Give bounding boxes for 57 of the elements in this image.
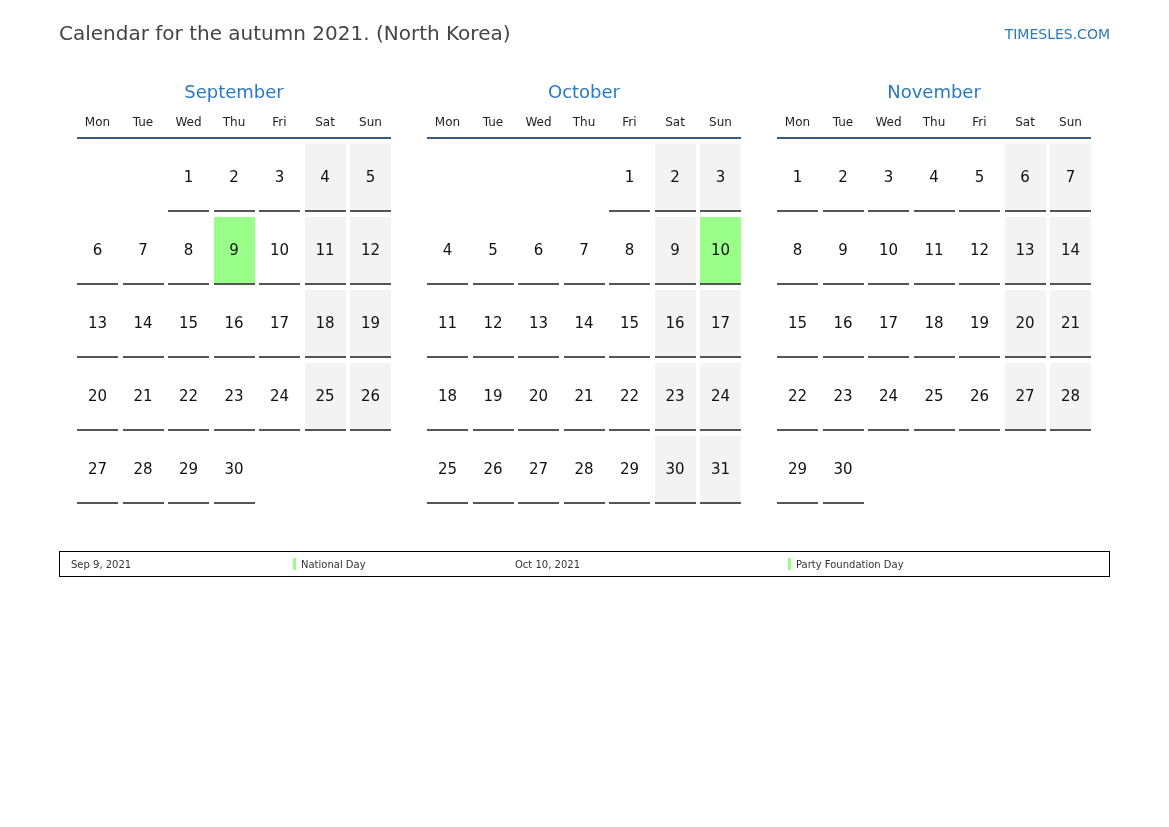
holiday-name: National Day <box>301 557 366 572</box>
day-cell: 21 <box>1050 290 1091 358</box>
day-cell: 12 <box>350 217 391 285</box>
day-cell: 26 <box>350 363 391 431</box>
day-cell: 31 <box>700 436 741 504</box>
weekday-header: Thu <box>571 114 597 131</box>
weekday-header: Fri <box>621 114 638 131</box>
weekday-header: Mon <box>783 114 812 131</box>
weekday-header: Sun <box>1058 114 1083 131</box>
day-cell: 24 <box>700 363 741 431</box>
day-cell: 16 <box>654 290 696 358</box>
weekday-header: Sat <box>314 114 336 131</box>
day-cell: 30 <box>654 436 696 504</box>
day-cell: 7 <box>1050 144 1091 212</box>
day-cell: 5 <box>350 144 391 212</box>
weekday-header: Sat <box>664 114 686 131</box>
day-cell: 14 <box>1050 217 1091 285</box>
day-cell: 19 <box>350 290 391 358</box>
day-cell: 9 <box>213 217 255 285</box>
weekday-header: Sun <box>708 114 733 131</box>
weekday-header: Tue <box>131 114 155 131</box>
day-cell: 28 <box>1050 363 1091 431</box>
day-cell: 27 <box>1004 363 1046 431</box>
day-cell: 20 <box>1004 290 1046 358</box>
month-title: November <box>887 81 981 103</box>
day-cell: 4 <box>304 144 346 212</box>
page-title: Calendar for the autumn 2021. (North Korea) <box>59 20 511 46</box>
weekday-header: Mon <box>83 114 112 131</box>
weekday-header: Thu <box>921 114 947 131</box>
weekday-header: Tue <box>831 114 855 131</box>
weekday-header: Sun <box>358 114 383 131</box>
day-cell: 17 <box>700 290 741 358</box>
month-title: October <box>547 81 620 103</box>
site-link[interactable]: TIMESLES.COM <box>1004 24 1110 45</box>
weekday-header: Sat <box>1014 114 1036 131</box>
month-title: September <box>184 81 284 103</box>
day-cell: 3 <box>700 144 741 212</box>
weekday-header: Fri <box>971 114 988 131</box>
weekday-header: Mon <box>433 114 462 131</box>
day-cell: 18 <box>304 290 346 358</box>
day-cell: 25 <box>304 363 346 431</box>
weekday-header: Wed <box>174 114 203 131</box>
weekday-header: Wed <box>524 114 553 131</box>
weekday-header: Wed <box>874 114 903 131</box>
day-cell: 13 <box>1004 217 1046 285</box>
day-cell: 23 <box>654 363 696 431</box>
day-cell: 11 <box>304 217 346 285</box>
holiday-date: Oct 10, 2021 <box>515 557 581 572</box>
day-cell: 2 <box>654 144 696 212</box>
weekday-header: Fri <box>271 114 288 131</box>
day-cell: 10 <box>700 217 741 285</box>
holiday-name: Party Foundation Day <box>796 557 904 572</box>
weekday-header: Thu <box>221 114 247 131</box>
day-cell: 6 <box>1004 144 1046 212</box>
weekday-header: Tue <box>481 114 505 131</box>
holiday-date: Sep 9, 2021 <box>71 557 133 572</box>
day-cell: 9 <box>654 217 696 285</box>
